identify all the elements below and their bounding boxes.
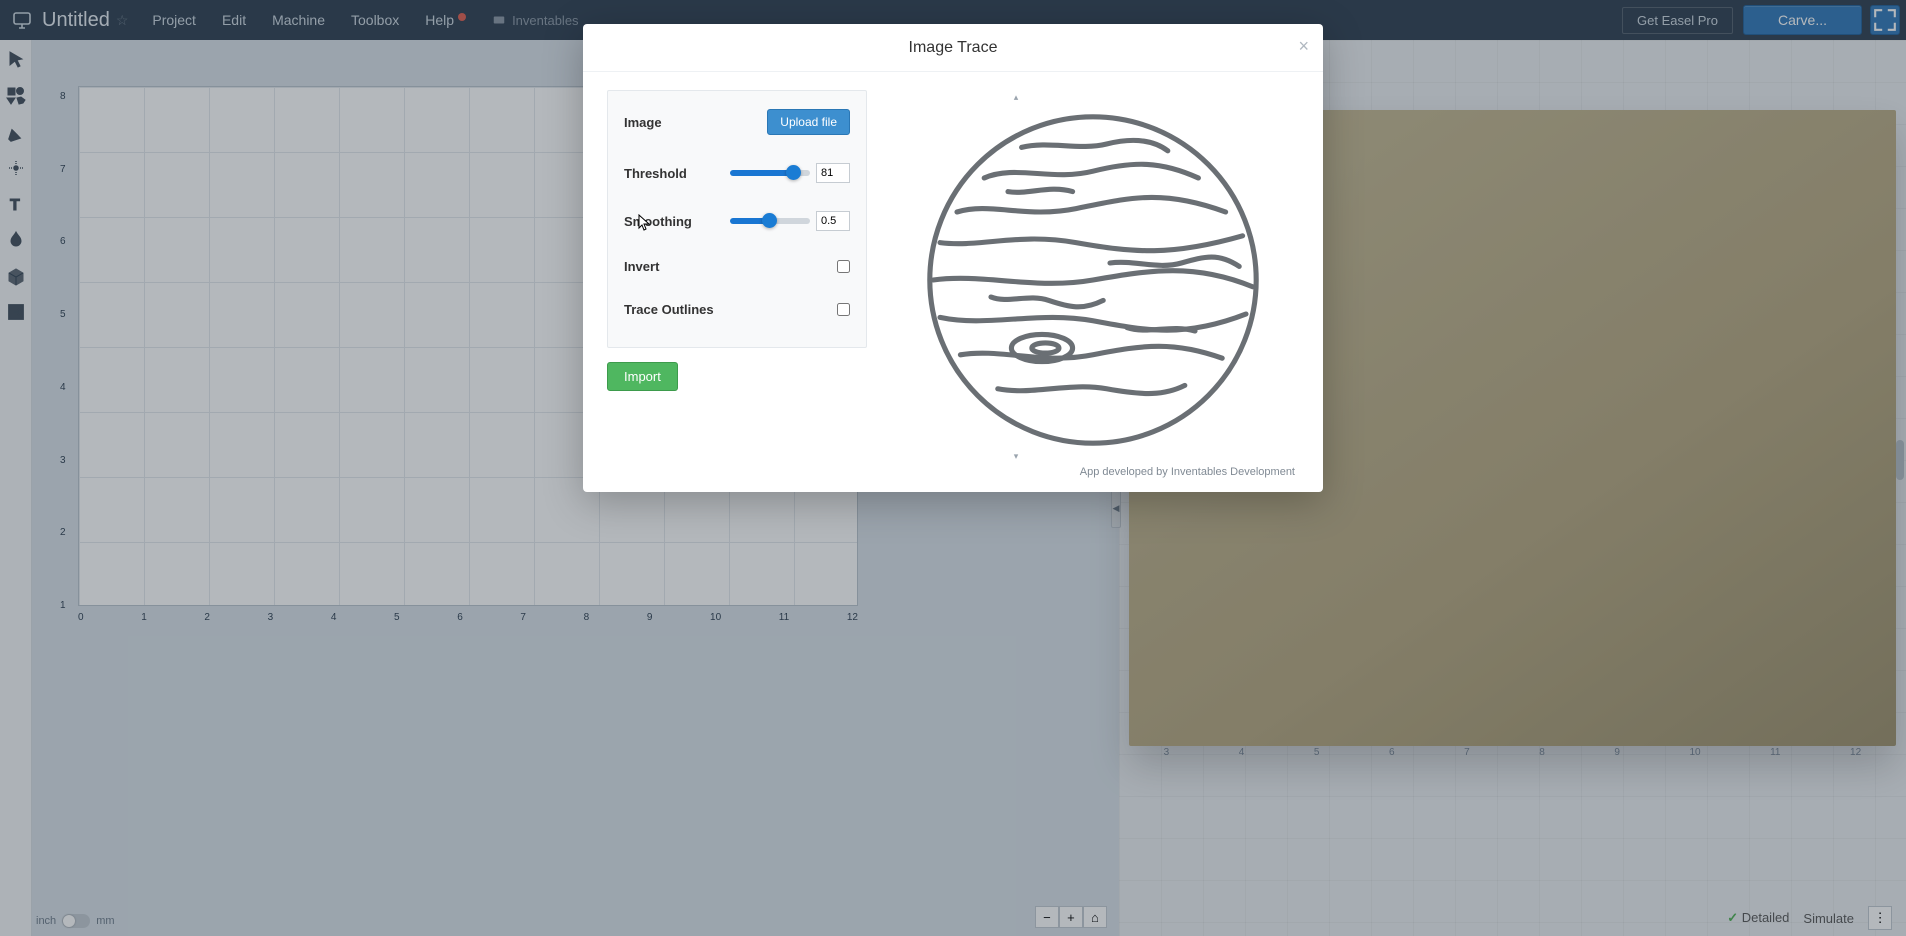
modal-header: Image Trace × bbox=[583, 24, 1323, 72]
threshold-label: Threshold bbox=[624, 166, 687, 181]
modal-scrollbar[interactable]: ▴ ▾ bbox=[1011, 92, 1021, 462]
modal-title: Image Trace bbox=[909, 39, 998, 57]
smoothing-input[interactable] bbox=[816, 211, 850, 231]
modal-close-button[interactable]: × bbox=[1298, 36, 1309, 57]
trace-settings-panel: Image Upload file Threshold Smoothing bbox=[607, 90, 867, 348]
import-button[interactable]: Import bbox=[607, 362, 678, 391]
image-trace-modal: Image Trace × Image Upload file Threshol… bbox=[583, 24, 1323, 492]
threshold-input[interactable] bbox=[816, 163, 850, 183]
smoothing-slider[interactable] bbox=[730, 218, 810, 224]
trace-outlines-checkbox[interactable] bbox=[837, 303, 850, 316]
upload-file-button[interactable]: Upload file bbox=[767, 109, 850, 135]
image-label: Image bbox=[624, 115, 662, 130]
invert-label: Invert bbox=[624, 259, 659, 274]
trace-preview-image bbox=[923, 110, 1263, 450]
trace-outlines-label: Trace Outlines bbox=[624, 302, 714, 317]
smoothing-label: Smoothing bbox=[624, 214, 692, 229]
invert-checkbox[interactable] bbox=[837, 260, 850, 273]
threshold-slider[interactable] bbox=[730, 170, 810, 176]
modal-credit: App developed by Inventables Development bbox=[1080, 466, 1295, 478]
